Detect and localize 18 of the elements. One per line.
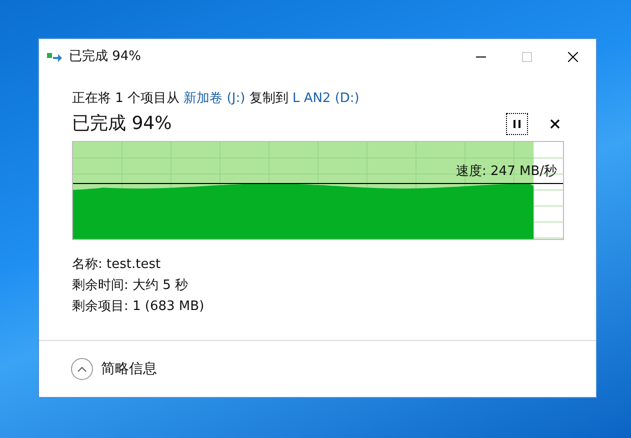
close-icon [568,52,578,62]
collapse-label[interactable]: 简略信息 [101,358,157,380]
window-title: 已完成 94% [69,48,142,66]
collapse-toggle[interactable] [71,358,93,380]
close-icon [550,118,560,128]
location-link[interactable]: L AN2 (D:) [292,91,360,106]
chevron-up-icon [77,366,87,372]
copy-message: 正在将 1 个项目从 新加卷 (J:) 复制到 L AN2 (D:) [72,90,360,108]
detail-text: 剩余时间: 大约 5 秒 [72,276,190,294]
speed-label: 速度: 247 MB/秒 [456,162,557,180]
copy-icon [47,50,63,64]
detail-text: 名称: test.test [72,256,162,274]
progress-heading: 已完成 94% [72,112,173,136]
maximize-icon [522,52,532,62]
pause-button[interactable] [506,112,528,134]
location-link[interactable]: 新加卷 (J:) [184,91,246,106]
pause-icon [512,118,522,128]
detail-text: 剩余项目: 1 (683 MB) [72,298,206,316]
